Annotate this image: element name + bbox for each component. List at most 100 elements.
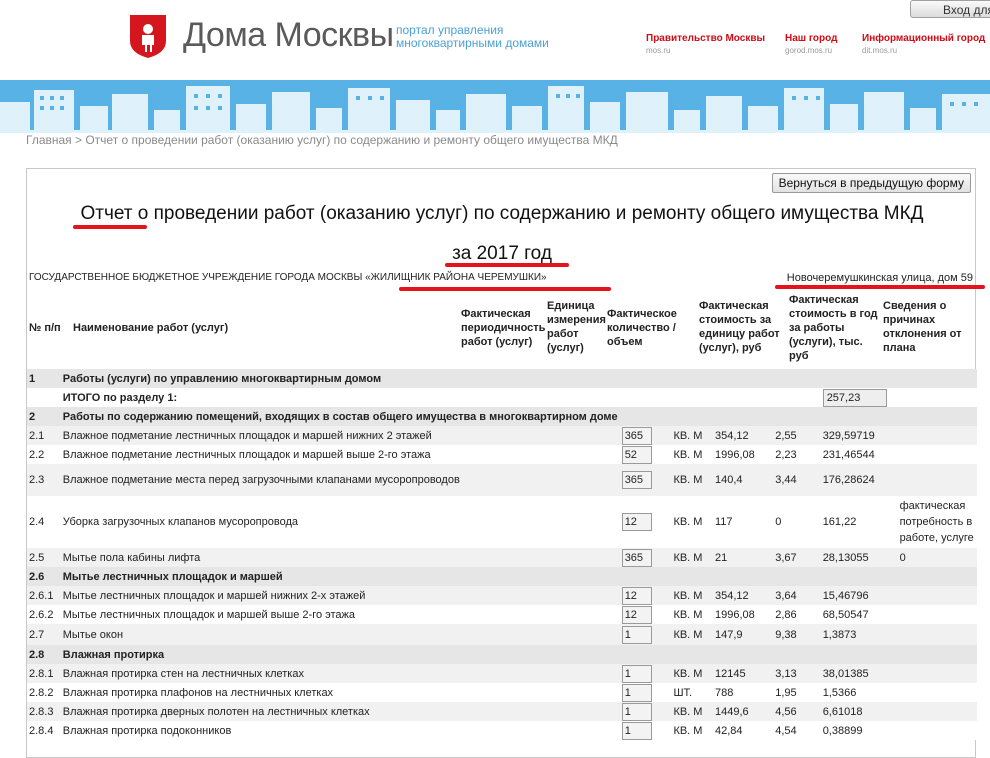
periodicity-field: 52 [621,445,652,464]
cell-qty: 117 [712,496,774,548]
cell-note [897,624,977,645]
cell-name: Влажное подметание лестничных площадок и… [60,426,620,445]
link-our-city[interactable]: Наш город gorod.mos.ru [785,33,837,55]
cell-price: 0 [773,496,821,548]
cell-per: 1 [619,624,672,645]
table-row: 1 Работы (услуги) по управлению многоквар… [27,369,977,388]
cell-name: Влажное подметание лестничных площадок и… [60,445,620,464]
cell-cost: 161,22 [820,496,898,548]
cell-num [27,388,61,407]
periodicity-field: 1 [621,683,652,702]
cell-qty: 42,84 [712,721,774,740]
cell-unit [671,388,713,407]
col-work-name: Наименование работ (услуг) [73,322,229,334]
cell-note: фактическая потребность в работе, услуге [897,496,977,548]
cell-unit [671,645,713,664]
cell-qty: 140,4 [712,464,774,496]
cell-unit: КВ. М [671,445,713,464]
table-header: № п/п Наименование работ (услуг) Фактиче… [27,293,977,363]
skyline-illustration-icon [0,80,990,133]
link-government-label[interactable]: Правительство Москвы [646,33,765,44]
organization-name: ГОСУДАРСТВЕННОЕ БЮДЖЕТНОЕ УЧРЕЖДЕНИЕ ГОР… [29,272,547,283]
cell-qty: 1996,08 [712,605,774,624]
cell-price [773,567,821,586]
cell-num: 2 [27,407,61,426]
cell-name: Уборка загрузочных клапанов мусоропровод… [60,496,620,548]
cell-num: 2.8.3 [27,702,61,721]
moscow-emblem-icon[interactable] [128,13,168,59]
cell-price: 2,23 [773,445,821,464]
cell-per: 365 [619,426,672,445]
cell-note [897,369,977,388]
cell-unit: КВ. М [671,496,713,548]
cell-num: 2.8 [27,645,61,664]
cell-name: Мытье лестничных площадок и маршей нижни… [60,586,620,605]
cell-num: 2.7 [27,624,61,645]
cell-note [897,586,977,605]
cell-unit: КВ. М [671,664,713,683]
cell-per: 1 [619,664,672,683]
cell-note [897,407,977,426]
cell-name: Работы (услуги) по управлению многокварт… [60,369,620,388]
link-government[interactable]: Правительство Москвы mos.ru [646,33,765,55]
cell-num: 2.8.4 [27,721,61,740]
cell-name: Мытье окон [60,624,620,645]
cell-num: 2.3 [27,464,61,496]
table-row: 2.3 Влажное подметание места перед загруз… [27,464,977,496]
cell-note [897,464,977,496]
cell-price: 9,38 [773,624,821,645]
link-info-city[interactable]: Информационный город dit.mos.ru [862,33,985,55]
cell-unit [671,567,713,586]
cell-num: 1 [27,369,61,388]
report-panel: Вернуться в предыдущую форму Отчет о про… [26,168,985,758]
breadcrumb[interactable]: Главная > Отчет о проведении работ (оказ… [26,133,618,147]
table-row: 2.8 Влажная протирка [27,645,977,664]
cell-num: 2.1 [27,426,61,445]
cell-cost: 1,5366 [820,683,898,702]
table-row: 2.4 Уборка загрузочных клапанов мусоропро… [27,496,977,548]
cell-qty: 354,12 [712,426,774,445]
cell-cost: 68,50547 [820,605,898,624]
cell-per: 12 [619,605,672,624]
cell-qty [712,567,774,586]
cell-note [897,683,977,702]
login-button[interactable]: Вход для [910,0,990,18]
link-info-city-label[interactable]: Информационный город [862,33,985,44]
col-quantity: Фактическое количество / объем [607,308,677,348]
cell-name: Мытье лестничных площадок и маршей [60,567,620,586]
cell-qty: 12145 [712,664,774,683]
cell-note [897,702,977,721]
cell-cost: 1,3873 [820,624,898,645]
link-government-sub: mos.ru [646,46,671,55]
report-table: 1 Работы (услуги) по управлению многоквар… [27,369,977,740]
site-logo-text[interactable]: Дома Москвы [183,16,394,55]
cell-unit: КВ. М [671,624,713,645]
cell-cost: 38,01385 [820,664,898,683]
link-info-city-sub: dit.mos.ru [862,46,898,55]
table-row: 2.2 Влажное подметание лестничных площадо… [27,445,977,464]
cell-name: Влажная протирка дверных полотен на лест… [60,702,620,721]
cell-qty: 354,12 [712,586,774,605]
cell-per: 1 [619,702,672,721]
cell-note [897,445,977,464]
col-unit-cost: Фактическая стоимость за единицу работ (… [699,300,780,354]
cell-per [619,567,672,586]
table-row: 2.6.1 Мытье лестничных площадок и маршей … [27,586,977,605]
cell-note [897,388,977,407]
cell-unit: КВ. М [671,721,713,740]
cell-name: Влажная протирка [60,645,620,664]
table-row: 2.8.3 Влажная протирка дверных полотен на… [27,702,977,721]
highlight-underline-year [445,263,569,267]
building-address: Новочеремушкинская улица, дом 59 [786,272,973,284]
cell-unit: КВ. М [671,605,713,624]
cell-name: Мытье пола кабины лифта [60,548,620,567]
cell-per: 12 [619,496,672,548]
cell-per: 52 [619,445,672,464]
back-to-form-button[interactable]: Вернуться в предыдущую форму [771,173,971,193]
cell-name: ИТОГО по разделу 1: [60,388,620,407]
cell-name: Влажная протирка подоконников [60,721,620,740]
cell-unit [671,369,713,388]
link-our-city-label[interactable]: Наш город [785,33,837,44]
col-annual-cost: Фактическая стоимость в год за работы (у… [789,294,878,362]
cell-unit: КВ. М [671,548,713,567]
